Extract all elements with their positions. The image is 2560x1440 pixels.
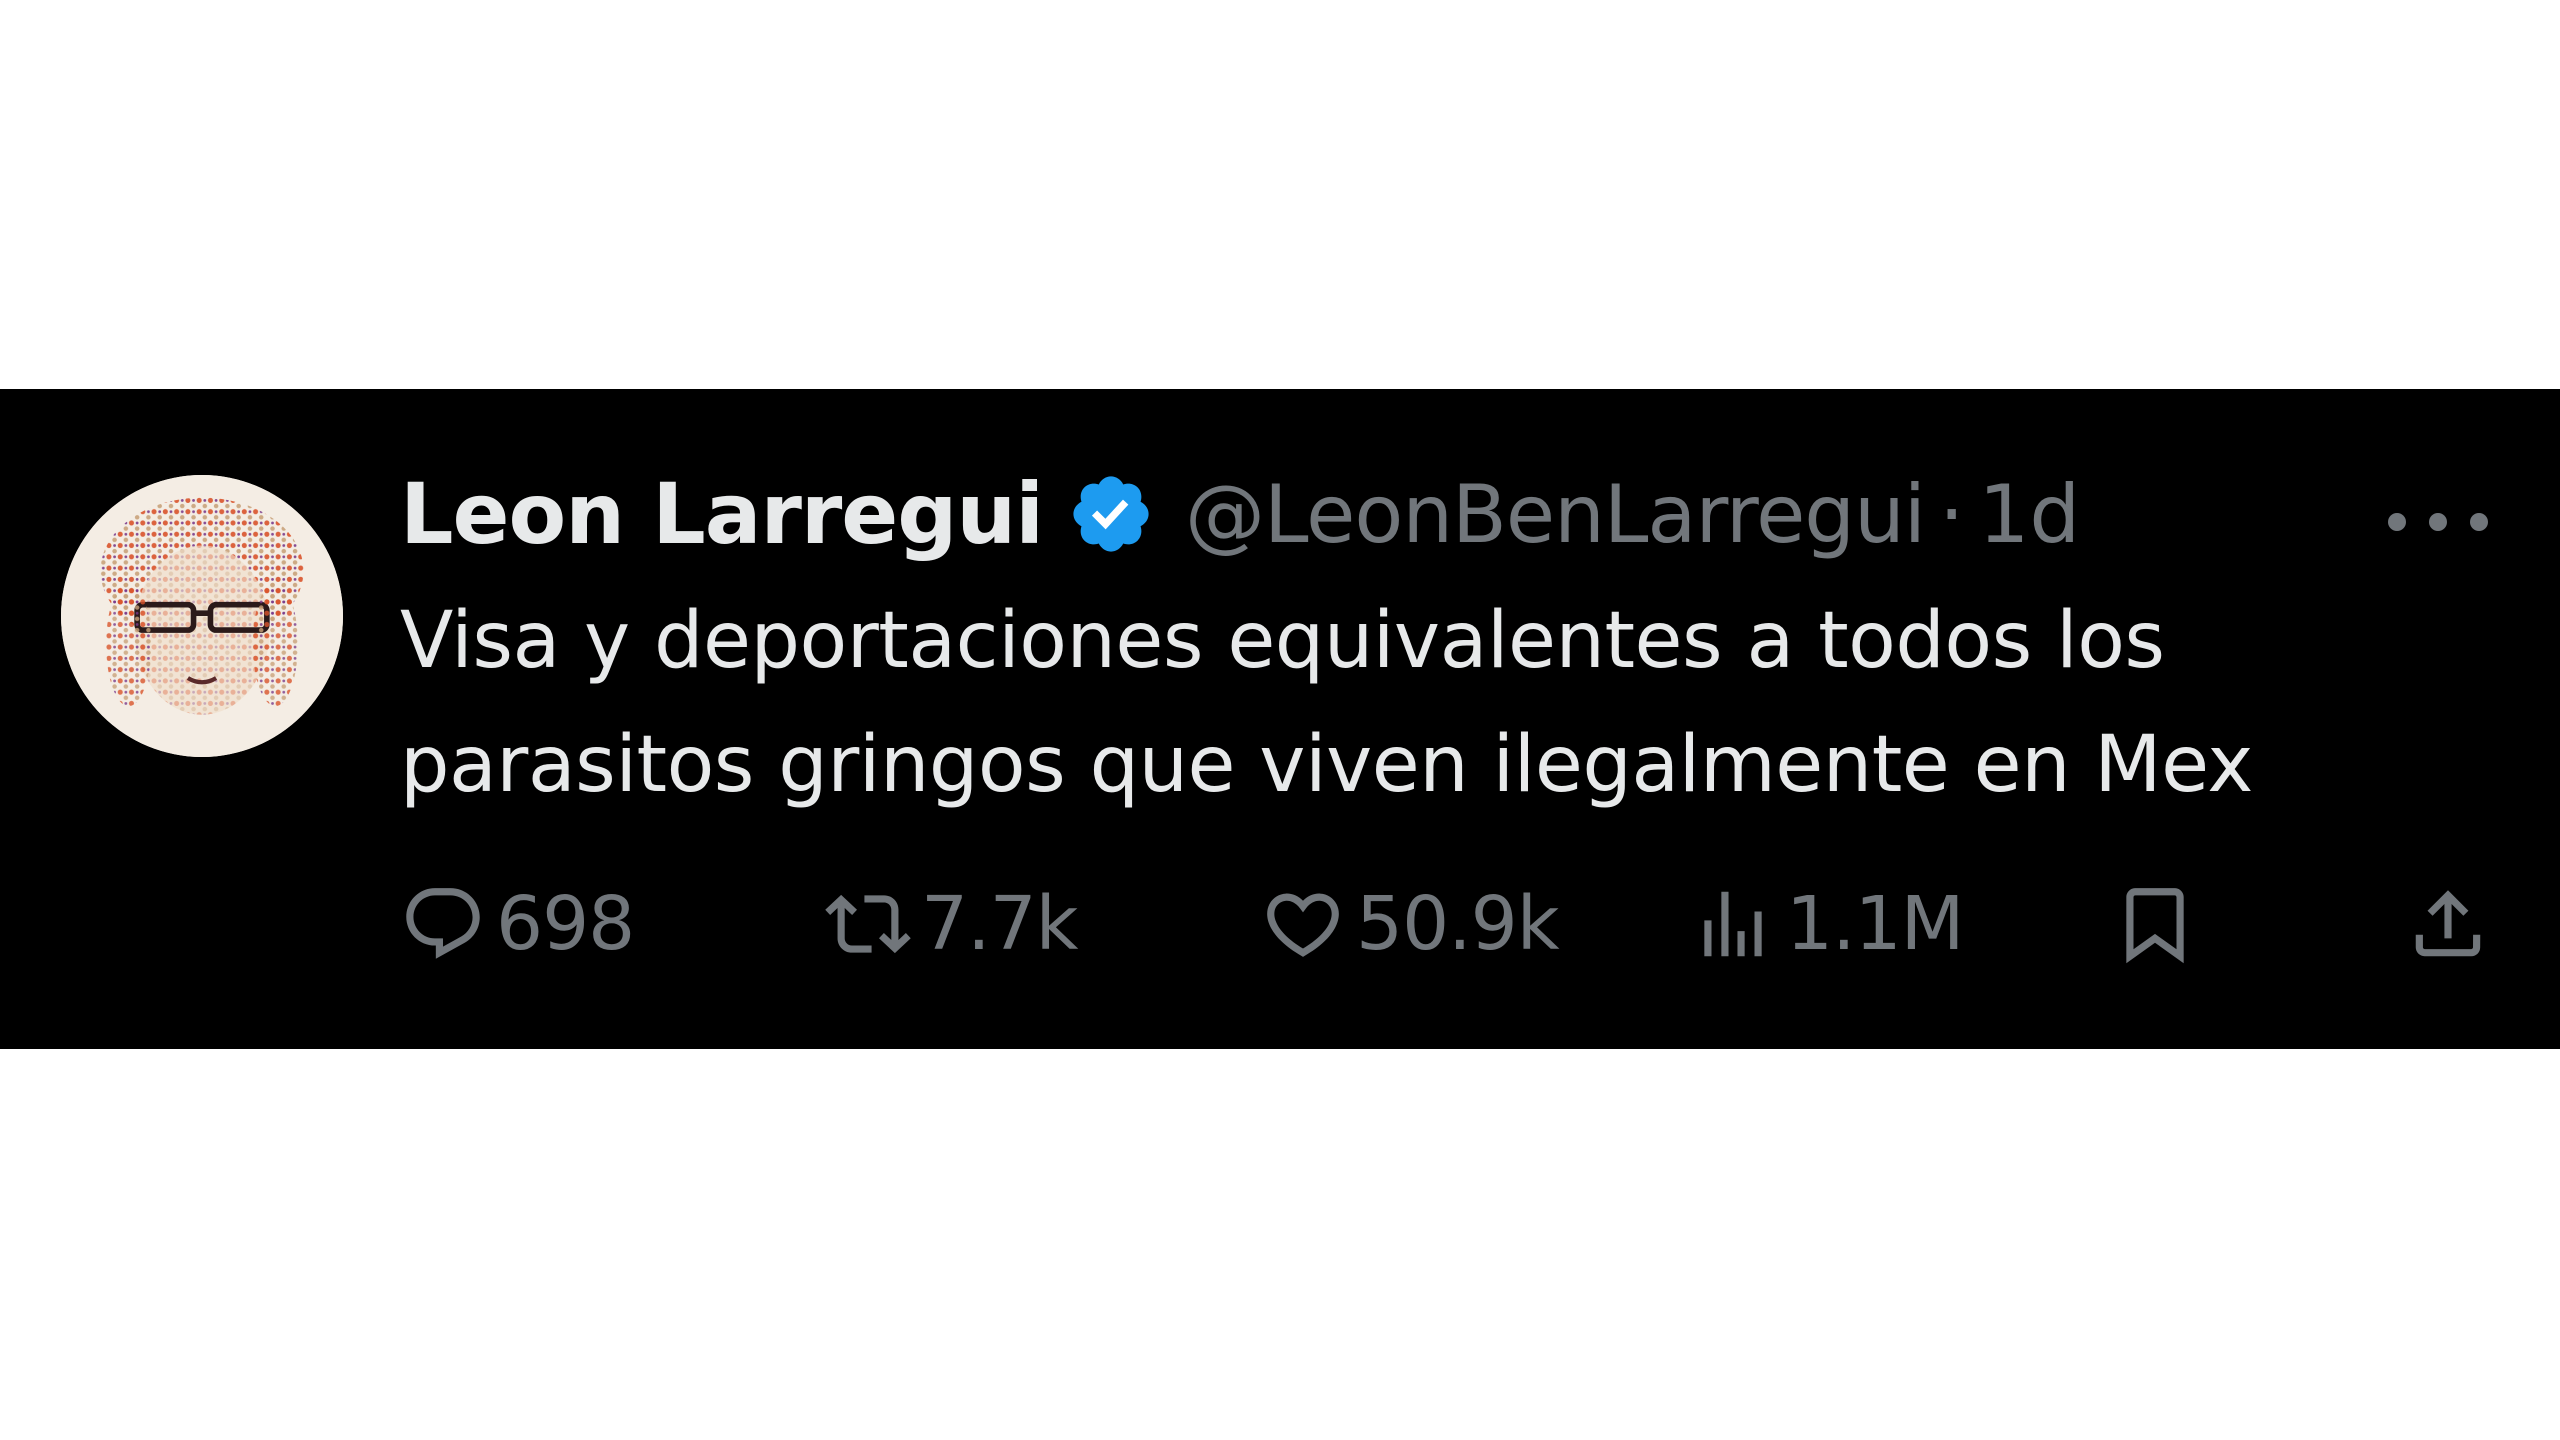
- views-button[interactable]: 1.1M: [1690, 869, 1965, 979]
- like-button[interactable]: 50.9k: [1260, 869, 1560, 979]
- verified-badge-icon: [1067, 470, 1155, 558]
- avatar[interactable]: [61, 475, 343, 757]
- reply-icon: [406, 888, 480, 959]
- tweet-text: Visa y deportaciones equivalentes a todo…: [400, 579, 2500, 827]
- bookmark-button[interactable]: [2112, 869, 2198, 979]
- avatar-portrait-icon: [61, 475, 343, 757]
- views-count: 1.1M: [1786, 881, 1965, 967]
- author-handle[interactable]: @LeonBenLarregui: [1185, 468, 1926, 561]
- more-dot-icon: [2388, 513, 2406, 531]
- retweet-button[interactable]: 7.7k: [825, 869, 1079, 979]
- like-count: 50.9k: [1356, 881, 1560, 967]
- timestamp[interactable]: 1d: [1978, 468, 2080, 561]
- retweet-count: 7.7k: [921, 881, 1079, 967]
- separator-dot: ·: [1939, 467, 1965, 561]
- more-dot-icon: [2470, 513, 2488, 531]
- tweet-text-line: parasitos gringos que viven ilegalmente …: [400, 720, 2253, 810]
- action-bar: 698 7.7k 50.9k 1.1M: [400, 869, 2490, 979]
- tweet-header: Leon Larregui @LeonBenLarregui · 1d: [400, 459, 2080, 569]
- display-name[interactable]: Leon Larregui: [400, 465, 1044, 563]
- bookmark-icon: [2126, 888, 2184, 964]
- retweet-icon: [825, 894, 911, 954]
- heart-icon: [1267, 893, 1339, 957]
- more-dot-icon: [2429, 513, 2447, 531]
- more-options-button[interactable]: [2388, 507, 2488, 537]
- page: Leon Larregui @LeonBenLarregui · 1d Visa…: [0, 0, 2560, 1440]
- share-icon: [2415, 890, 2481, 957]
- analytics-icon: [1704, 891, 1762, 957]
- reply-button[interactable]: 698: [400, 869, 635, 979]
- tweet-text-line: Visa y deportaciones equivalentes a todo…: [400, 596, 2165, 686]
- share-button[interactable]: [2405, 869, 2491, 979]
- reply-count: 698: [496, 881, 635, 967]
- tweet-card[interactable]: Leon Larregui @LeonBenLarregui · 1d Visa…: [0, 389, 2560, 1049]
